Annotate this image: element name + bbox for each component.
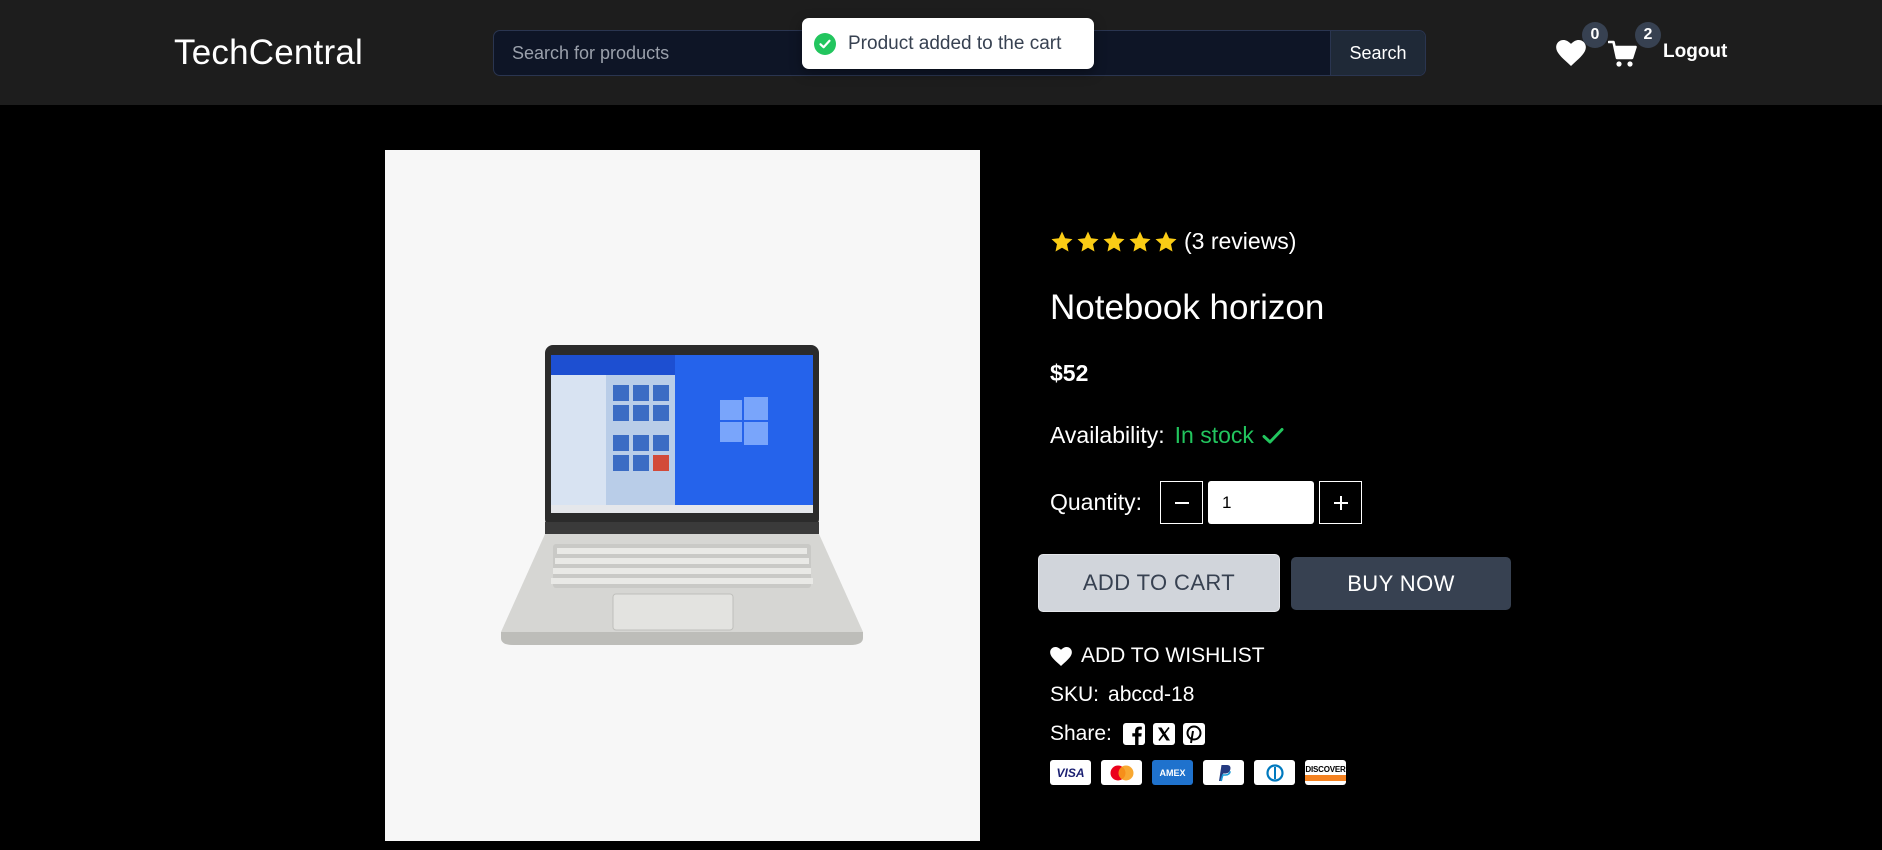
quantity-input[interactable] xyxy=(1208,481,1315,524)
heart-icon xyxy=(1050,646,1072,666)
share-row: Share: xyxy=(1050,722,1212,746)
pinterest-icon[interactable] xyxy=(1182,722,1206,746)
share-label: Share: xyxy=(1050,722,1112,745)
star-icon xyxy=(1051,231,1073,251)
facebook-icon[interactable] xyxy=(1122,722,1146,746)
quantity-label: Quantity: xyxy=(1050,489,1143,515)
check-circle-icon xyxy=(814,32,836,55)
cart-icon xyxy=(1607,40,1637,67)
heart-icon xyxy=(1556,40,1586,66)
plus-icon xyxy=(1333,495,1348,510)
paypal-icon xyxy=(1203,760,1244,785)
logo[interactable]: TechCentral xyxy=(174,33,363,73)
laptop-illustration xyxy=(501,345,863,645)
visa-icon: VISA xyxy=(1050,760,1091,785)
toast-notification: Product added to the cart xyxy=(802,18,1094,69)
star-icon xyxy=(1129,231,1151,251)
add-to-wishlist-label: ADD TO WISHLIST xyxy=(1081,644,1265,667)
toast-message: Product added to the cart xyxy=(848,32,1062,54)
minus-icon xyxy=(1174,501,1189,504)
reviews-count[interactable]: (3 reviews) xyxy=(1184,228,1296,255)
cart-header-button[interactable] xyxy=(1607,40,1638,68)
check-icon xyxy=(1262,427,1284,443)
wishlist-header-button[interactable] xyxy=(1556,40,1586,66)
discover-icon: DISCOVER xyxy=(1305,760,1346,785)
add-to-wishlist-button[interactable]: ADD TO WISHLIST xyxy=(1050,644,1265,668)
logout-link[interactable]: Logout xyxy=(1663,41,1727,63)
increase-quantity-button[interactable] xyxy=(1319,481,1363,524)
product-image xyxy=(385,150,980,841)
mastercard-icon xyxy=(1101,760,1142,785)
availability-value: In stock xyxy=(1174,422,1254,448)
payment-methods: VISA AMEX DISCOVER xyxy=(1050,760,1356,785)
quantity-stepper: Quantity: xyxy=(1050,481,1363,524)
add-to-cart-button[interactable]: ADD TO CART xyxy=(1038,554,1280,612)
availability-label: Availability: xyxy=(1050,422,1165,448)
availability: Availability: In stock xyxy=(1050,422,1284,449)
decrease-quantity-button[interactable] xyxy=(1160,481,1204,524)
wishlist-count-badge: 0 xyxy=(1582,22,1608,48)
amex-icon: AMEX xyxy=(1152,760,1193,785)
sku: SKU: abccd-18 xyxy=(1050,683,1194,707)
diners-club-icon xyxy=(1254,760,1295,785)
sku-value: abccd-18 xyxy=(1108,683,1195,706)
product-rating: (3 reviews) xyxy=(1050,228,1296,255)
star-icon xyxy=(1077,231,1099,251)
star-icon xyxy=(1155,231,1177,251)
product-title: Notebook horizon xyxy=(1050,288,1325,327)
star-icon xyxy=(1103,231,1125,251)
sku-label: SKU: xyxy=(1050,683,1100,706)
product-price: $52 xyxy=(1050,360,1089,386)
search-button[interactable]: Search xyxy=(1330,31,1425,75)
buy-now-button[interactable]: BUY NOW xyxy=(1291,557,1511,610)
x-icon[interactable] xyxy=(1152,722,1176,746)
cart-count-badge: 2 xyxy=(1635,22,1661,48)
